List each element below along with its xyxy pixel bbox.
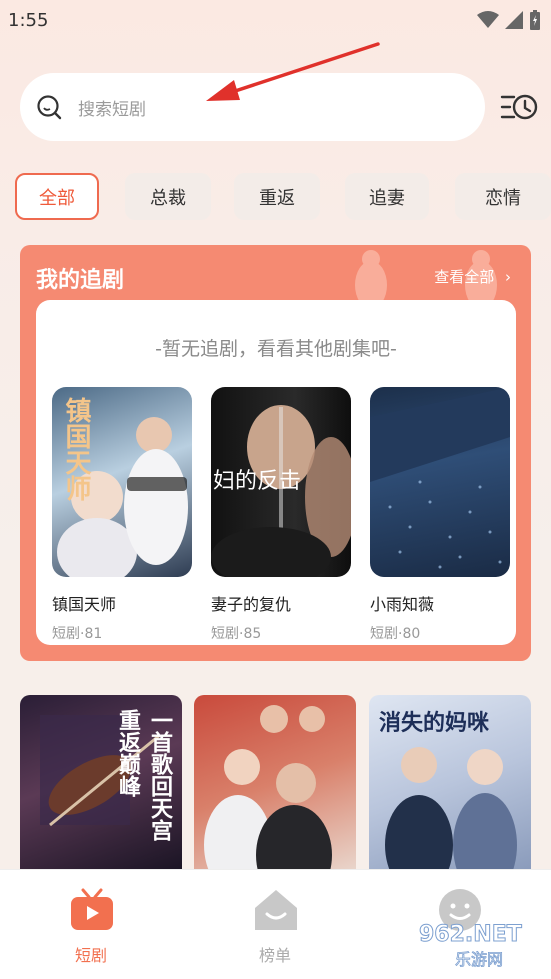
drama-grid-card[interactable]: 一首歌回天宫 重返巅峰 xyxy=(20,695,182,871)
tab-category-all[interactable]: 全部 xyxy=(15,173,99,220)
drama-cover xyxy=(370,387,510,577)
cover-art xyxy=(370,387,510,569)
status-bar: 1:55 xyxy=(0,0,551,40)
drama-cover: 镇国天师 xyxy=(52,387,192,577)
tab-category-return[interactable]: 重返 xyxy=(234,173,320,220)
cover-title: 一首歌回天宫 重返巅峰 xyxy=(115,709,173,841)
drama-card[interactable]: 妇的反击 妻子的复仇 短剧·85 xyxy=(211,387,351,643)
category-label: 恋情 xyxy=(485,187,521,209)
history-icon[interactable] xyxy=(500,90,538,124)
chevron-right-icon: › xyxy=(505,268,511,286)
tab-short-drama[interactable]: 短剧 xyxy=(21,870,161,979)
search-placeholder: 搜索短剧 xyxy=(78,99,146,120)
drama-grid-card[interactable] xyxy=(194,695,356,871)
signal-icon xyxy=(505,11,523,29)
view-all-label: 查看全部 xyxy=(434,268,495,286)
cover-title: 镇国天师 xyxy=(61,397,91,501)
battery-icon xyxy=(530,10,540,30)
watermark-logo: 962.NET 乐游网 xyxy=(419,922,523,970)
drama-title: 小雨知薇 xyxy=(370,595,435,614)
tab-label: 短剧 xyxy=(74,946,107,965)
tab-category-chase-wife[interactable]: 追妻 xyxy=(345,173,429,220)
svg-text:乐游网: 乐游网 xyxy=(455,950,503,969)
tab-category-romance[interactable]: 恋情 xyxy=(455,173,551,220)
drama-meta: 短剧·85 xyxy=(211,626,262,642)
drama-card[interactable]: 镇国天师 镇国天师 短剧·81 xyxy=(52,387,192,643)
category-label: 重返 xyxy=(259,187,295,209)
cover-art xyxy=(204,705,332,871)
wifi-icon xyxy=(477,11,499,28)
section-title: 我的追剧 xyxy=(36,268,125,293)
category-label: 总裁 xyxy=(150,187,186,209)
cover-title: 妇的反击 xyxy=(213,469,302,494)
status-icons xyxy=(477,10,541,30)
category-tabs: 全部 总裁 重返 追妻 恋情 xyxy=(15,173,551,221)
cover-title: 消失的妈咪 xyxy=(379,710,490,736)
site-watermark: 962.NET 乐游网 xyxy=(415,917,545,973)
drama-title: 镇国天师 xyxy=(52,595,117,614)
drama-cover: 妇的反击 xyxy=(211,387,351,577)
drama-card[interactable]: 小雨知薇 短剧·80 xyxy=(370,387,510,643)
category-label: 全部 xyxy=(39,187,75,209)
drama-grid-card[interactable]: 消失的妈咪 xyxy=(369,695,531,871)
search-icon xyxy=(37,95,62,120)
empty-state-text: -暂无追剧，看看其他剧集吧- xyxy=(155,338,397,360)
follow-list-card: -暂无追剧，看看其他剧集吧- 镇国天师 镇国天师 短剧·81 妇的反击 妻子的复… xyxy=(36,300,516,645)
my-follow-section: 我的追剧 查看全部 › -暂无追剧，看看其他剧集吧- 镇国天师 镇国天师 短剧·… xyxy=(20,245,531,661)
drama-meta: 短剧·81 xyxy=(52,626,103,642)
annotation-arrow xyxy=(206,42,380,101)
svg-text:962.NET: 962.NET xyxy=(419,922,522,947)
tab-category-ceo[interactable]: 总裁 xyxy=(125,173,211,220)
tab-label: 榜单 xyxy=(258,946,291,965)
bottom-tab-bar: 短剧 榜单 962.NET 乐游网 xyxy=(0,869,551,979)
house-icon xyxy=(255,890,297,930)
tv-icon xyxy=(71,888,113,930)
category-label: 追妻 xyxy=(369,187,405,209)
view-all-link[interactable]: 查看全部 › xyxy=(434,266,511,287)
drama-meta: 短剧·80 xyxy=(370,626,421,642)
status-time: 1:55 xyxy=(8,9,49,31)
drama-title: 妻子的复仇 xyxy=(211,595,292,614)
tab-ranking[interactable]: 榜单 xyxy=(205,870,345,979)
